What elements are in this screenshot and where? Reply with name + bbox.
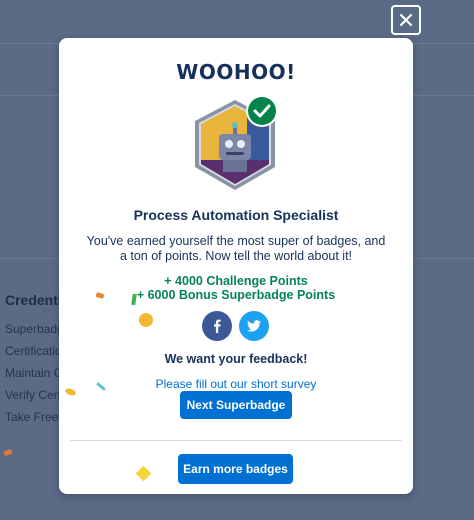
earn-more-badges-button[interactable]: Earn more badges [178,454,293,484]
modal-divider [70,440,402,441]
facebook-share-button[interactable] [202,311,232,341]
points-summary: + 4000 Challenge Points + 6000 Bonus Sup… [59,274,413,302]
bonus-points: + 6000 Bonus Superbadge Points [136,288,336,302]
background-link: Verify Certi [5,388,64,402]
badge-name: Process Automation Specialist [133,207,339,223]
modal-title: WOOHOO! [176,60,296,84]
check-icon [246,95,278,127]
twitter-icon [247,320,261,332]
achievement-modal: WOOHOO! Process Automation Specialist Yo… [59,38,413,494]
survey-link[interactable]: Please fill out our short survey [59,377,413,391]
confetti [139,313,153,327]
earned-message: You've earned yourself the most super of… [86,234,386,263]
close-button[interactable] [391,5,421,35]
confetti [135,465,152,482]
confetti [131,293,137,306]
challenge-points: + 4000 Challenge Points [164,274,308,288]
badge [189,95,289,198]
facebook-icon [214,319,221,333]
twitter-share-button[interactable] [239,311,269,341]
close-icon [399,13,413,27]
background-link: Maintain C [5,366,63,380]
next-superbadge-button[interactable]: Next Superbadge [180,391,292,419]
background-link: Certificatio [5,344,62,358]
feedback-heading: We want your feedback! [164,352,308,366]
background-link: Superbadg [5,322,64,336]
